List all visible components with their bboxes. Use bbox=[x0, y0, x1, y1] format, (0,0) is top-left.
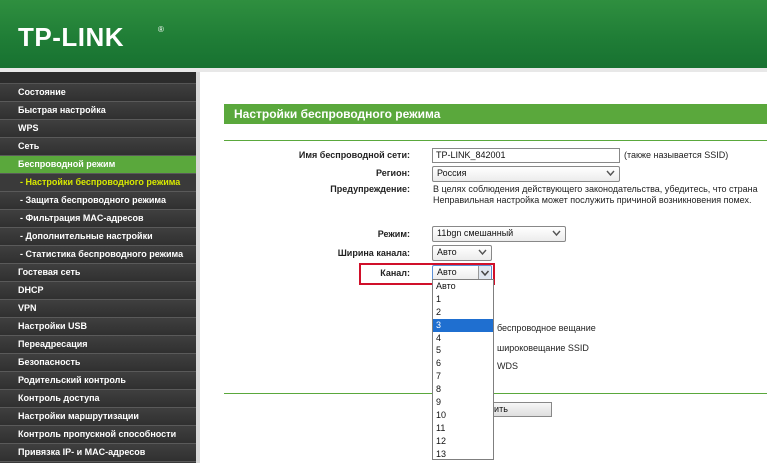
registered-mark: ® bbox=[158, 25, 164, 34]
router-admin-page: TP-LINK ® Состояние Быстрая настройка WPS С… bbox=[0, 0, 767, 463]
sidebar-item[interactable]: VPN bbox=[0, 300, 196, 318]
channel-option[interactable]: 3 bbox=[433, 318, 493, 332]
channel-option[interactable]: 5 bbox=[433, 344, 493, 357]
channel-value: Авто bbox=[437, 267, 457, 277]
ssid-input[interactable]: TP-LINK_842001 bbox=[432, 148, 620, 163]
sidebar-item[interactable]: Настройки USB bbox=[0, 318, 196, 336]
channel-option[interactable]: 6 bbox=[433, 357, 493, 370]
warning-text-1: В целях соблюдения действующего законода… bbox=[433, 184, 758, 194]
sidebar-item[interactable]: WPS bbox=[0, 120, 196, 138]
region-value: Россия bbox=[437, 168, 467, 178]
channel-option[interactable]: 7 bbox=[433, 370, 493, 383]
channel-option[interactable]: 1 bbox=[433, 293, 493, 306]
sidebar-item[interactable]: Контроль доступа bbox=[0, 390, 196, 408]
channel-option[interactable]: 4 bbox=[433, 332, 493, 345]
sidebar-item[interactable]: Беспроводной режим bbox=[0, 156, 196, 174]
broadcast-label: беспроводное вещание bbox=[497, 323, 596, 333]
sidebar-item[interactable]: - Дополнительные настройки bbox=[0, 228, 196, 246]
sidebar-item[interactable]: - Статистика беспроводного режима bbox=[0, 246, 196, 264]
mode-label: Режим: bbox=[377, 229, 410, 239]
sidebar-item[interactable]: - Защита беспроводного режима bbox=[0, 192, 196, 210]
channel-option[interactable]: 13 bbox=[433, 448, 493, 461]
wds-label: WDS bbox=[497, 361, 518, 371]
channel-label: Канал: bbox=[380, 268, 410, 278]
ssid-label: Имя беспроводной сети: bbox=[298, 150, 410, 160]
sidebar-item[interactable]: Сеть bbox=[0, 138, 196, 156]
chevron-down-icon bbox=[552, 228, 561, 238]
sidebar-item[interactable]: DHCP bbox=[0, 282, 196, 300]
sidebar-item[interactable]: Гостевая сеть bbox=[0, 264, 196, 282]
header-bar: TP-LINK ® bbox=[0, 0, 767, 72]
channel-option[interactable]: Авто bbox=[433, 280, 493, 293]
sidebar-item[interactable]: Состояние bbox=[0, 84, 196, 102]
sidebar-menu: Состояние Быстрая настройка WPS Сеть Беспров… bbox=[0, 84, 196, 462]
tp-link-logo: TP-LINK bbox=[18, 22, 125, 52]
chevron-down-icon bbox=[606, 168, 615, 178]
channel-option[interactable]: 9 bbox=[433, 396, 493, 409]
sidebar-item[interactable]: - Настройки беспроводного режима bbox=[0, 174, 196, 192]
top-divider bbox=[224, 140, 767, 141]
region-select[interactable]: Россия bbox=[432, 166, 620, 182]
channel-width-value: Авто bbox=[437, 247, 457, 257]
region-label: Регион: bbox=[376, 168, 410, 178]
channel-width-select[interactable]: Авто bbox=[432, 245, 492, 261]
main-content: Настройки беспроводного режима Имя беспр… bbox=[200, 72, 767, 463]
sidebar-nav: Состояние Быстрая настройка WPS Сеть Беспров… bbox=[0, 72, 196, 463]
channel-option[interactable]: 2 bbox=[433, 306, 493, 319]
warning-label: Предупреждение: bbox=[330, 184, 410, 194]
channel-width-label: Ширина канала: bbox=[337, 248, 410, 258]
sidebar-item[interactable]: Переадресация bbox=[0, 336, 196, 354]
sidebar-item[interactable]: Настройки маршрутизации bbox=[0, 408, 196, 426]
sidebar-item[interactable]: Быстрая настройка bbox=[0, 102, 196, 120]
sidebar-item[interactable]: Родительский контроль bbox=[0, 372, 196, 390]
chevron-down-icon[interactable] bbox=[478, 266, 490, 280]
sidebar-item[interactable]: Безопасность bbox=[0, 354, 196, 372]
channel-dropdown-list: Авто 1 2 3 4 5 6 7 8 9 10 11 12 13 bbox=[432, 279, 494, 460]
sidebar-item[interactable]: - Фильтрация MAC-адресов bbox=[0, 210, 196, 228]
channel-option[interactable]: 11 bbox=[433, 422, 493, 435]
bottom-divider bbox=[224, 393, 767, 394]
sidebar-item[interactable]: Контроль пропускной способности bbox=[0, 426, 196, 444]
warning-text-2: Неправильная настройка может послужить п… bbox=[433, 195, 752, 205]
mode-value: 11bgn смешанный bbox=[437, 228, 514, 238]
channel-option[interactable]: 12 bbox=[433, 435, 493, 448]
ssid-broadcast-label: широковещание SSID bbox=[497, 343, 589, 353]
sidebar-top-strip bbox=[0, 72, 196, 84]
channel-option[interactable]: 8 bbox=[433, 383, 493, 396]
channel-option[interactable]: 10 bbox=[433, 409, 493, 422]
chevron-down-icon bbox=[478, 247, 487, 257]
ssid-note: (также называется SSID) bbox=[624, 150, 729, 160]
sidebar-item[interactable]: Привязка IP- и MAC-адресов bbox=[0, 444, 196, 462]
page-title: Настройки беспроводного режима bbox=[224, 104, 767, 124]
mode-select[interactable]: 11bgn смешанный bbox=[432, 226, 566, 242]
